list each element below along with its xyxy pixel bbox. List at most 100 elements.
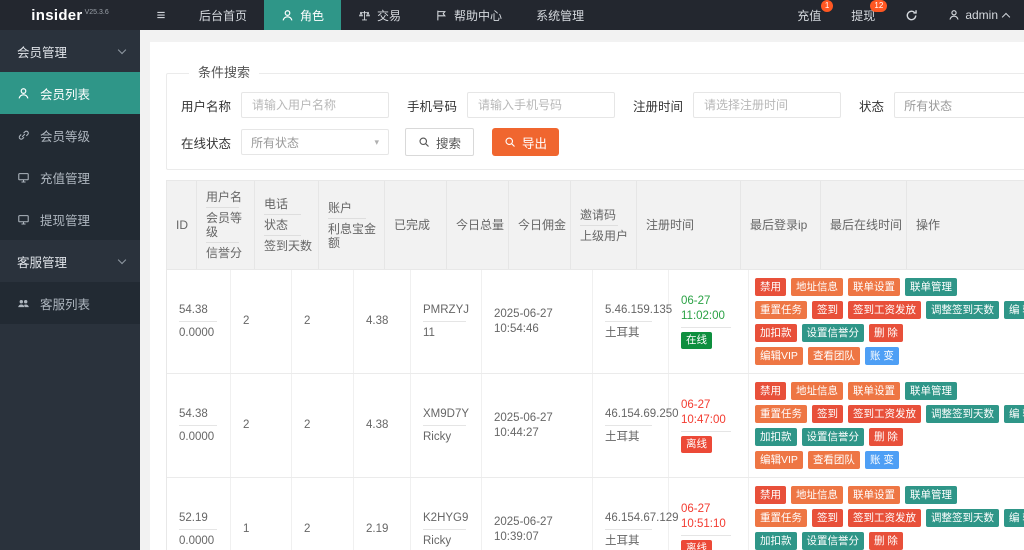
monitor-icon [17,213,30,226]
menu-toggle-icon[interactable]: ≡ [140,0,182,30]
action-button[interactable]: 禁用 [755,382,786,400]
top-nav-item-2[interactable]: 角色 [264,0,341,30]
app-version: V25.3.6 [85,9,109,16]
table-cell-line: Ricky [423,534,477,549]
action-button[interactable]: 重置任务 [755,509,807,527]
action-button[interactable]: 删 除 [869,324,903,342]
app-logo-text: insider [31,7,82,24]
export-button[interactable]: 导出 [492,128,559,156]
action-button[interactable]: 禁用 [755,486,786,504]
action-button[interactable]: 联单管理 [905,278,957,296]
top-nav-item-4[interactable]: 帮助中心 [418,0,519,30]
action-button[interactable]: 删 除 [869,532,903,550]
register-time-label: 注册时间 [633,96,683,115]
header-cell: 用户名会员等级信誉分 [197,181,255,269]
topbar: insider V25.3.6 ≡ 后台首页角色交易帮助中心系统管理 充值1提现… [0,0,1024,30]
action-button[interactable]: 签到工资发放 [848,301,921,319]
table-cell-line: 2 [304,418,349,433]
content-card: 条件搜索 用户名称 手机号码 注册时间 状态 [150,42,1024,550]
action-button[interactable]: 账 变 [865,451,899,469]
status-line: 离线 [681,436,744,453]
sidebar-item[interactable]: 提现管理 [0,198,140,240]
phone-input[interactable] [467,92,615,118]
sidebar-item[interactable]: 会员等级 [0,114,140,156]
shortcut-1[interactable]: 充值1 [782,0,836,30]
action-button[interactable]: 禁用 [755,278,786,296]
sidebar-item[interactable]: 充值管理 [0,156,140,198]
actions-line: 重置任务签到签到工资发放调整签到天数编 辑 [755,405,1024,423]
action-button[interactable]: 查看团队 [808,451,860,469]
action-button[interactable]: 加扣款 [755,532,797,550]
search-panel: 条件搜索 用户名称 手机号码 注册时间 状态 [166,66,1024,170]
last-online-time: 06-27 10:51:10 [681,502,744,532]
members-table: ID用户名会员等级信誉分电话状态签到天数账户利息宝金额已完成今日总量今日佣金邀请… [166,180,1024,550]
action-button[interactable]: 调整签到天数 [926,301,999,319]
header-cell-line: 上级用户 [580,229,632,243]
action-button[interactable]: 联单设置 [848,382,900,400]
action-button[interactable]: 设置信誉分 [802,324,865,342]
top-nav-item-3[interactable]: 交易 [341,0,418,30]
action-button[interactable]: 编 辑 [1004,301,1024,319]
action-button[interactable]: 联单设置 [848,486,900,504]
action-button[interactable]: 地址信息 [791,486,843,504]
register-time-input[interactable] [693,92,841,118]
action-button[interactable]: 删 除 [869,428,903,446]
top-nav-item-5[interactable]: 系统管理 [519,0,601,30]
last-online-time: 06-27 11:02:00 [681,294,744,324]
shortcut-2[interactable]: 提现12 [836,0,890,30]
action-button[interactable]: 地址信息 [791,278,843,296]
online-status-select[interactable]: 所有状态 ▾ [241,129,389,155]
action-button[interactable]: 签到 [812,301,843,319]
status-field: 状态 所有状态 ▾ [859,92,1024,118]
actions-line: 禁用地址信息联单设置联单管理 [755,382,1024,400]
action-button[interactable]: 联单设置 [848,278,900,296]
sidebar-group-2[interactable]: 客服管理 [0,240,140,282]
notification-badge: 1 [821,0,833,12]
username-input[interactable] [241,92,389,118]
action-button[interactable]: 账 变 [865,347,899,365]
header-cell: 今日总量 [447,181,509,269]
action-button[interactable]: 重置任务 [755,405,807,423]
status-select[interactable]: 所有状态 ▾ [894,92,1024,118]
sidebar-item[interactable]: 客服列表 [0,282,140,324]
action-button[interactable]: 编 辑 [1004,405,1024,423]
action-button[interactable]: 查看团队 [808,347,860,365]
table-cell-line: K2HYG9 [423,511,477,526]
action-button[interactable]: 设置信誉分 [802,428,865,446]
admin-menu[interactable]: admin [933,0,1024,30]
action-button[interactable]: 联单管理 [905,486,957,504]
action-button[interactable]: 设置信誉分 [802,532,865,550]
actions-line: 编辑VIP 查看团队账 变 [755,451,1024,469]
action-button[interactable]: 联单管理 [905,382,957,400]
status-line: 离线 [681,540,744,550]
search-button[interactable]: 搜索 [405,128,474,156]
table-cell: 1 [231,478,292,550]
action-button[interactable]: 签到工资发放 [848,509,921,527]
action-button[interactable]: 加扣款 [755,324,797,342]
table-cell: 4.38 [354,374,411,477]
sidebar-group-1[interactable]: 会员管理 [0,30,140,72]
action-button[interactable]: 调整签到天数 [926,405,999,423]
header-cell-line: 电话 [264,197,314,211]
header-cell-line: 用户名 [206,190,250,204]
sidebar-item[interactable]: 会员列表 [0,72,140,114]
action-button[interactable]: 地址信息 [791,382,843,400]
table-cell: 2.19 [354,478,411,550]
action-button[interactable]: 编 辑 [1004,509,1024,527]
header-cell-line: ID [176,218,192,232]
action-button[interactable]: 调整签到天数 [926,509,999,527]
action-button[interactable]: 编辑VIP [755,347,803,365]
refresh-button[interactable] [890,0,933,30]
link-icon [17,129,30,142]
action-button[interactable]: 签到 [812,405,843,423]
table-cell-line: Ricky [423,430,477,445]
action-button[interactable]: 重置任务 [755,301,807,319]
action-button[interactable]: 编辑VIP [755,451,803,469]
action-button[interactable]: 签到工资发放 [848,405,921,423]
table-cell: 2025-06-27 10:39:07 [482,478,593,550]
search-button-label: 搜索 [436,133,461,152]
top-nav-item-1[interactable]: 后台首页 [182,0,264,30]
action-button[interactable]: 签到 [812,509,843,527]
table-cell-line: XM9D7Y [423,407,477,422]
action-button[interactable]: 加扣款 [755,428,797,446]
